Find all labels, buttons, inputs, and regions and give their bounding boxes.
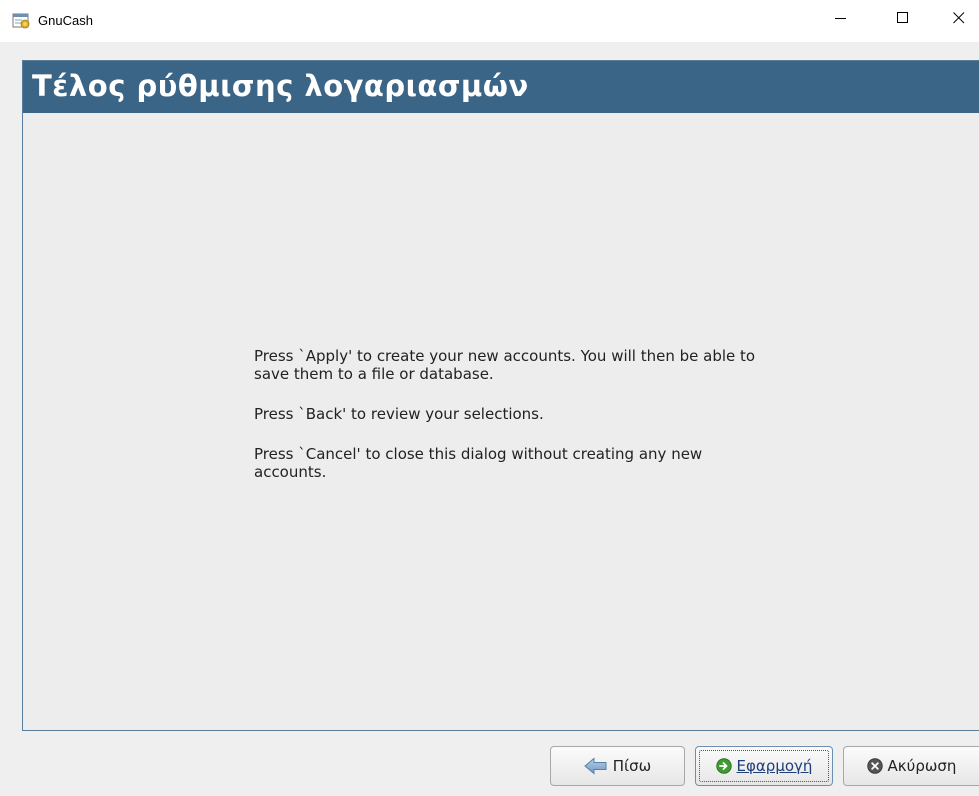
cancel-button-label: Ακύρωση	[887, 757, 957, 775]
page-title: Τέλος ρύθμισης λογαριασμών	[32, 69, 529, 103]
maximize-icon	[897, 12, 908, 23]
window-titlebar: GnuCash	[0, 0, 979, 42]
apply-instruction: Press `Apply' to create your new account…	[254, 347, 756, 383]
apply-button[interactable]: Εφαρμογή	[695, 746, 833, 786]
gnucash-app-icon	[12, 12, 30, 30]
apply-icon	[715, 758, 732, 774]
window-title: GnuCash	[38, 13, 93, 28]
back-instruction: Press `Back' to review your selections.	[254, 405, 544, 423]
cancel-button[interactable]: Ακύρωση	[843, 746, 979, 786]
summary-message: Press `Apply' to create your new account…	[254, 347, 774, 503]
assistant-page: Τέλος ρύθμισης λογαριασμών Press `Apply'…	[22, 60, 979, 731]
apply-button-label: Εφαρμογή	[736, 757, 813, 775]
assistant-dialog: Τέλος ρύθμισης λογαριασμών Press `Apply'…	[0, 42, 979, 796]
cancel-icon	[866, 758, 883, 774]
maximize-button[interactable]	[880, 0, 926, 36]
page-header: Τέλος ρύθμισης λογαριασμών	[23, 61, 979, 113]
close-window-button[interactable]	[936, 0, 979, 36]
minimize-button[interactable]	[818, 0, 864, 36]
minimize-icon	[835, 18, 846, 19]
back-button-label: Πίσω	[612, 757, 652, 775]
back-arrow-icon	[584, 757, 608, 775]
cancel-instruction: Press `Cancel' to close this dialog with…	[254, 445, 703, 481]
back-button[interactable]: Πίσω	[550, 746, 685, 786]
close-icon	[953, 12, 965, 24]
